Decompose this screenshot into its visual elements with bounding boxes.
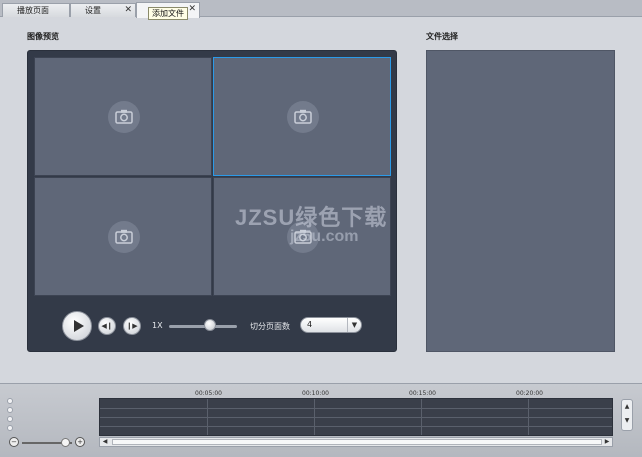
time-gridline — [314, 399, 315, 435]
timeline-panel: − + 00:05:00 00:10:00 00:15:00 00:20:00 … — [0, 383, 642, 457]
time-gridline — [528, 399, 529, 435]
time-gridline — [207, 399, 208, 435]
timeline-track-area[interactable] — [99, 398, 613, 436]
step-back-button[interactable]: ◀❙ — [98, 317, 116, 335]
split-page-value: 4 — [307, 320, 313, 329]
step-forward-button[interactable]: ❙▶ — [123, 317, 141, 335]
camera-off-icon — [287, 101, 319, 133]
scroll-up-icon[interactable]: ▲ — [622, 400, 632, 414]
time-gridline — [421, 399, 422, 435]
tab-settings-label: 设置 — [85, 6, 101, 15]
split-page-label: 切分页面数 — [250, 322, 290, 331]
file-select-title: 文件选择 — [426, 32, 458, 41]
track-separator — [100, 417, 612, 418]
scroll-down-icon[interactable]: ▼ — [622, 414, 632, 428]
step-forward-icon: ❙▶ — [126, 322, 138, 330]
speed-slider-track[interactable] — [169, 325, 237, 328]
vertical-scrollbar[interactable]: ▲ ▼ — [621, 399, 633, 431]
track-dot — [7, 407, 13, 413]
preview-cell[interactable] — [34, 57, 212, 176]
time-label: 00:20:00 — [516, 390, 543, 397]
scroll-right-icon[interactable]: ▶ — [602, 438, 612, 446]
file-select-panel[interactable] — [426, 50, 615, 352]
camera-off-icon — [108, 101, 140, 133]
playback-controls: ◀❙ ❙▶ 1X 切分页面数 4 ▼ — [28, 303, 396, 351]
track-separator — [100, 408, 612, 409]
play-button[interactable] — [62, 311, 92, 341]
dropdown-arrow-icon: ▼ — [347, 318, 361, 332]
time-label: 00:05:00 — [195, 390, 222, 397]
tab-playback-label: 播放页面 — [17, 6, 49, 15]
track-dot — [7, 425, 13, 431]
close-icon[interactable]: ✕ — [124, 4, 132, 16]
zoom-out-icon[interactable]: − — [9, 437, 19, 447]
preview-cell[interactable] — [213, 57, 391, 176]
horizontal-scroll-thumb[interactable] — [112, 439, 602, 445]
tooltip-add-file: 添加文件 — [148, 7, 188, 20]
preview-title: 图像预览 — [27, 32, 59, 41]
zoom-slider-thumb[interactable] — [60, 438, 70, 447]
track-dot — [7, 416, 13, 422]
scroll-left-icon[interactable]: ◀ — [100, 438, 110, 446]
watermark-sub: jz5u.com — [290, 228, 359, 245]
camera-off-icon — [108, 221, 140, 253]
tab-playback[interactable]: 播放页面 — [2, 3, 70, 17]
speed-slider-thumb[interactable] — [203, 319, 216, 331]
tab-bar: 播放页面 设置 ✕ ✕ — [0, 0, 642, 18]
preview-cell[interactable] — [34, 177, 212, 296]
track-separator — [100, 426, 612, 427]
split-page-select[interactable]: 4 ▼ — [300, 317, 362, 333]
time-label: 00:15:00 — [409, 390, 436, 397]
step-back-icon: ◀❙ — [101, 322, 113, 330]
horizontal-scrollbar[interactable]: ◀ ▶ — [99, 437, 613, 447]
close-icon[interactable]: ✕ — [188, 3, 196, 15]
speed-label: 1X — [152, 321, 163, 330]
tab-settings[interactable]: 设置 ✕ — [70, 3, 136, 17]
zoom-in-icon[interactable]: + — [75, 437, 85, 447]
time-label: 00:10:00 — [302, 390, 329, 397]
track-dot — [7, 398, 13, 404]
